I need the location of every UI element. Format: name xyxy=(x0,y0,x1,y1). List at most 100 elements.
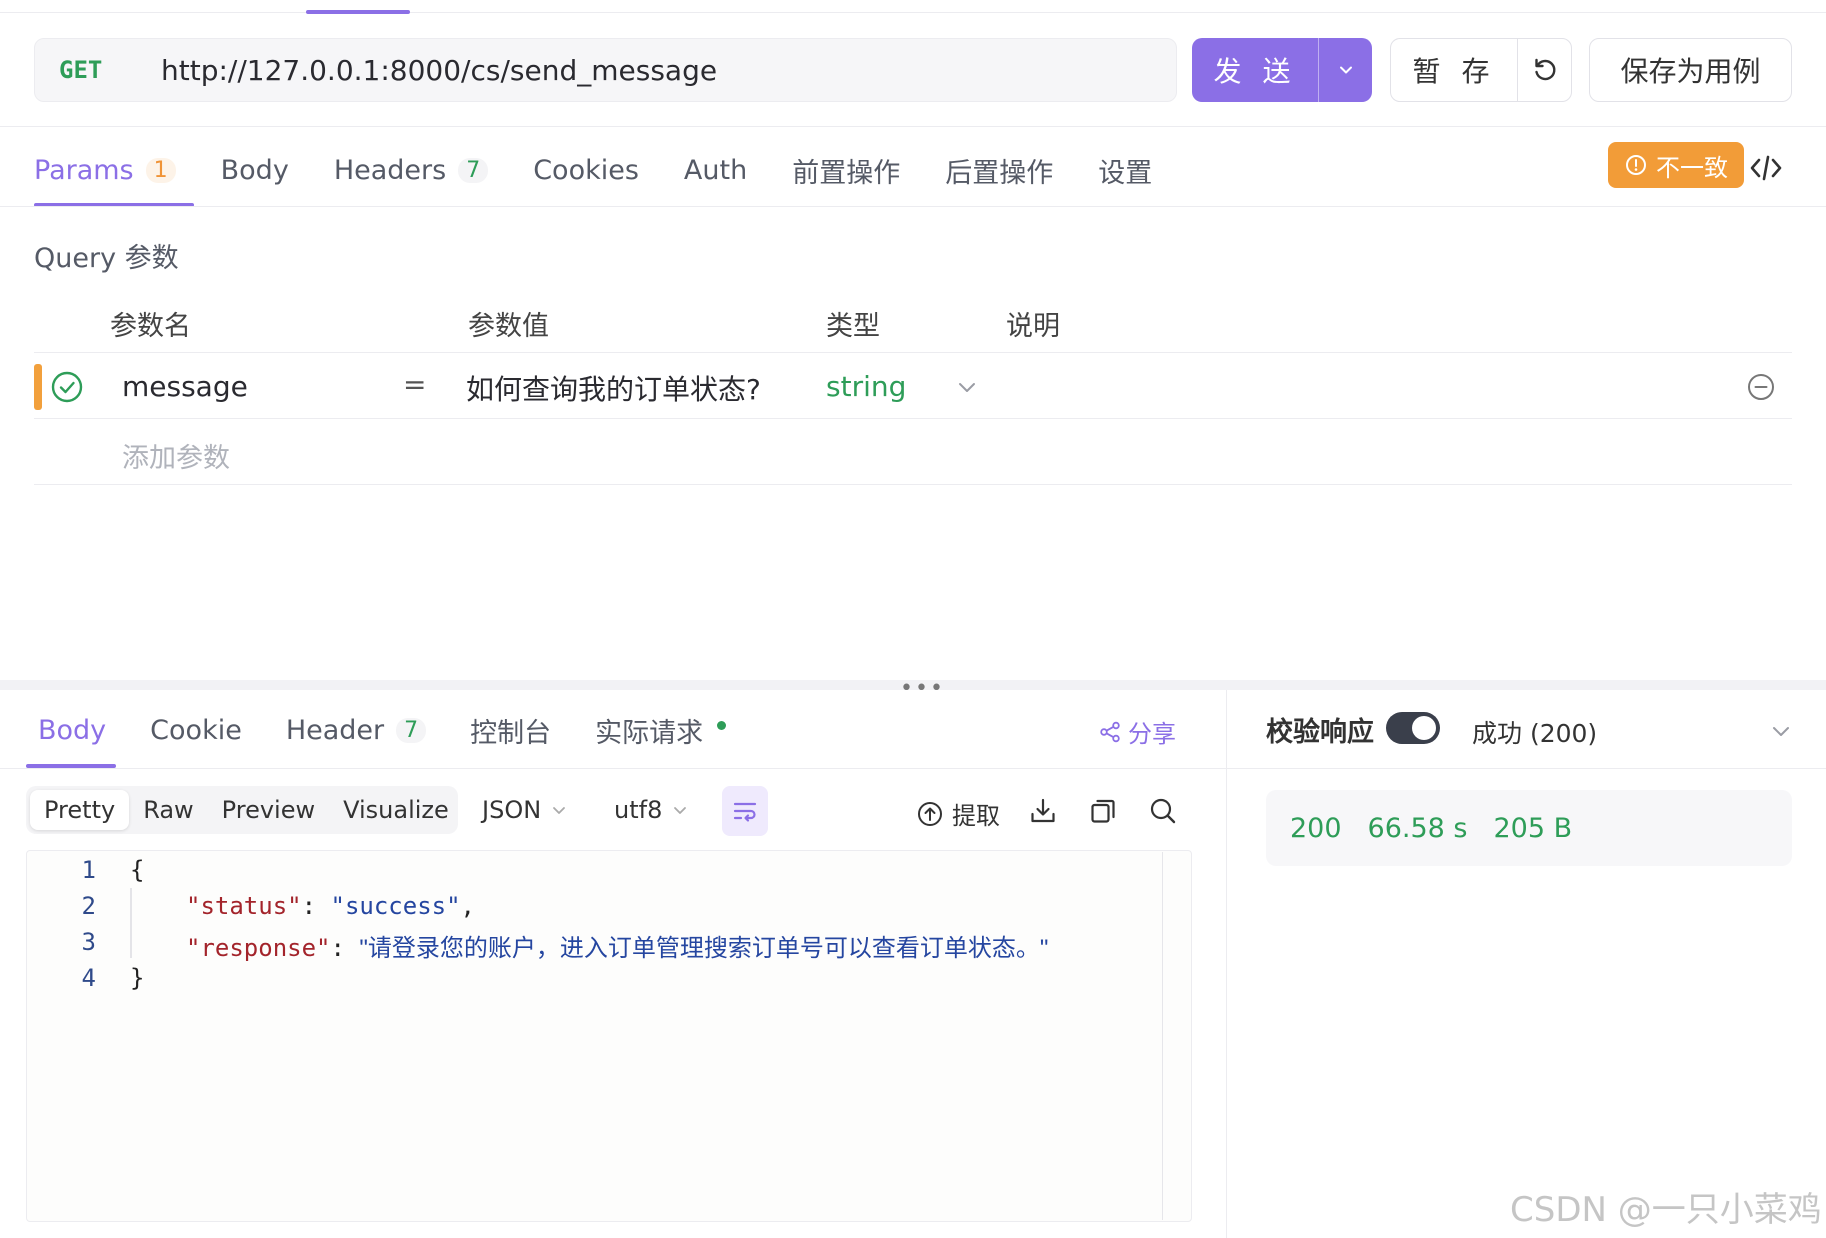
verify-response-label: 校验响应 xyxy=(1266,717,1374,748)
tab-actual-request[interactable]: 实际请求 xyxy=(595,711,727,750)
tab-body[interactable]: Body xyxy=(221,155,289,186)
save-button[interactable]: 暂 存 xyxy=(1391,39,1517,101)
param-type-select[interactable]: string xyxy=(826,370,906,403)
mismatch-button[interactable]: 不一致 xyxy=(1608,142,1744,188)
line-number: 1 xyxy=(81,856,96,884)
extract-label: 提取 xyxy=(952,802,1000,830)
table-row-divider xyxy=(34,418,1792,419)
tab-label: 实际请求 xyxy=(595,717,704,749)
code-line-2: "status": "success", xyxy=(186,892,475,920)
save-as-case-button[interactable]: 保存为用例 xyxy=(1589,38,1792,102)
code-line-1: { xyxy=(130,856,145,884)
alert-icon xyxy=(1626,155,1646,175)
headers-count-badge: 7 xyxy=(458,157,489,183)
response-stats: 200 66.58 s 205 B xyxy=(1266,790,1792,866)
expected-status-select[interactable]: 成功 (200) xyxy=(1472,714,1597,750)
code-line-4: } xyxy=(130,964,145,992)
send-dropdown[interactable] xyxy=(1319,38,1372,102)
request-tabs: Params 1 Body Headers 7 Cookies Auth 前置操… xyxy=(34,146,1197,194)
json-string-value: "success" xyxy=(330,892,461,920)
mismatch-label: 不一致 xyxy=(1656,153,1728,182)
status-dot xyxy=(717,720,727,730)
format-select-value: JSON xyxy=(482,796,542,824)
table-bottom-divider xyxy=(34,484,1792,485)
word-wrap-button[interactable] xyxy=(722,786,768,836)
tab-params[interactable]: Params 1 xyxy=(34,155,176,186)
indent-guide xyxy=(130,888,132,958)
code-scrollbar-track[interactable] xyxy=(1162,852,1163,1220)
response-header-count-badge: 7 xyxy=(396,717,427,743)
watermark: CSDN @一只小菜鸡 xyxy=(1510,1190,1822,1230)
url-input[interactable]: http://127.0.0.1:8000/cs/send_message xyxy=(161,54,717,87)
url-bar[interactable]: GET http://127.0.0.1:8000/cs/send_messag… xyxy=(34,38,1177,102)
top-divider xyxy=(0,12,1826,13)
line-number: 4 xyxy=(81,964,96,992)
undo-icon xyxy=(1534,58,1555,81)
extract-button[interactable]: 提取 xyxy=(916,796,1000,831)
format-preview[interactable]: Preview xyxy=(208,790,329,830)
param-equals: = xyxy=(403,368,427,401)
wrap-text-icon xyxy=(733,802,757,822)
tab-response-header[interactable]: Header 7 xyxy=(285,714,427,746)
format-visualize[interactable]: Visualize xyxy=(329,790,463,830)
tab-cookies[interactable]: Cookies xyxy=(533,155,639,186)
tabs-divider xyxy=(0,206,1826,207)
response-tabs: Body Cookie Header 7 控制台 实际请求 xyxy=(38,706,770,754)
format-pretty[interactable]: Pretty xyxy=(30,790,130,830)
line-number: 2 xyxy=(81,892,96,920)
revert-button[interactable] xyxy=(1518,39,1571,101)
param-name-cell[interactable]: message xyxy=(122,370,248,403)
column-header-value: 参数值 xyxy=(468,311,549,342)
http-method[interactable]: GET xyxy=(59,56,129,84)
format-raw[interactable]: Raw xyxy=(129,790,207,830)
column-header-type: 类型 xyxy=(826,311,880,342)
tab-settings[interactable]: 设置 xyxy=(1098,151,1152,190)
chevron-down-icon[interactable] xyxy=(956,376,978,398)
chevron-down-icon[interactable] xyxy=(1770,720,1792,742)
send-button[interactable]: 发 送 xyxy=(1192,38,1318,102)
upload-circle-icon xyxy=(918,801,942,826)
column-header-description: 说明 xyxy=(1006,311,1060,342)
chevron-down-icon xyxy=(553,807,566,814)
tab-response-cookie[interactable]: Cookie xyxy=(150,715,242,746)
encoding-select-value: utf8 xyxy=(614,796,663,824)
tab-label: Headers xyxy=(333,154,447,186)
format-segmented-control: Pretty Raw Preview Visualize xyxy=(26,786,458,834)
param-value-cell[interactable]: 如何查询我的订单状态? xyxy=(466,368,761,408)
column-header-name: 参数名 xyxy=(110,311,191,342)
share-button[interactable]: 分享 xyxy=(1098,714,1176,749)
tab-console[interactable]: 控制台 xyxy=(470,711,551,750)
response-tabs-divider xyxy=(0,768,1826,769)
url-bar-divider xyxy=(0,126,1826,127)
copy-icon[interactable] xyxy=(1088,796,1118,826)
code-icon[interactable] xyxy=(1750,154,1782,182)
toggle-knob xyxy=(1412,716,1436,740)
json-key: "response" xyxy=(186,934,331,962)
response-pane-divider[interactable] xyxy=(1226,690,1227,1238)
drag-handle-icon[interactable]: ••• xyxy=(900,676,945,701)
json-comma: , xyxy=(460,892,475,920)
json-colon: : xyxy=(330,934,360,962)
encoding-select[interactable]: utf8 xyxy=(614,796,688,824)
tab-response-body[interactable]: Body xyxy=(38,715,106,746)
verify-response-toggle[interactable] xyxy=(1386,712,1440,744)
chevron-down-icon xyxy=(674,807,687,814)
remove-circle-icon[interactable] xyxy=(1746,372,1776,402)
tab-auth[interactable]: Auth xyxy=(684,155,747,186)
tab-headers[interactable]: Headers 7 xyxy=(333,154,489,186)
active-request-tab-indicator xyxy=(306,10,410,14)
chevron-down-icon xyxy=(1339,66,1352,74)
tab-post-operations[interactable]: 后置操作 xyxy=(945,151,1053,190)
download-icon[interactable] xyxy=(1028,796,1058,826)
send-button-group: 发 送 xyxy=(1192,38,1372,102)
format-select[interactable]: JSON xyxy=(482,796,567,824)
add-param-input[interactable]: 添加参数 xyxy=(122,436,230,475)
share-label: 分享 xyxy=(1128,720,1176,748)
check-circle-icon[interactable] xyxy=(50,370,84,404)
json-string-value: "请登录您的账户，进入订单管理搜索订单号可以查看订单状态。" xyxy=(359,935,1049,962)
search-icon[interactable] xyxy=(1148,796,1178,826)
code-line-3: "response": "请登录您的账户，进入订单管理搜索订单号可以查看订单状态… xyxy=(186,928,1048,963)
tab-pre-operations[interactable]: 前置操作 xyxy=(792,151,900,190)
tab-label: Header xyxy=(285,714,385,746)
line-number: 3 xyxy=(81,928,96,956)
